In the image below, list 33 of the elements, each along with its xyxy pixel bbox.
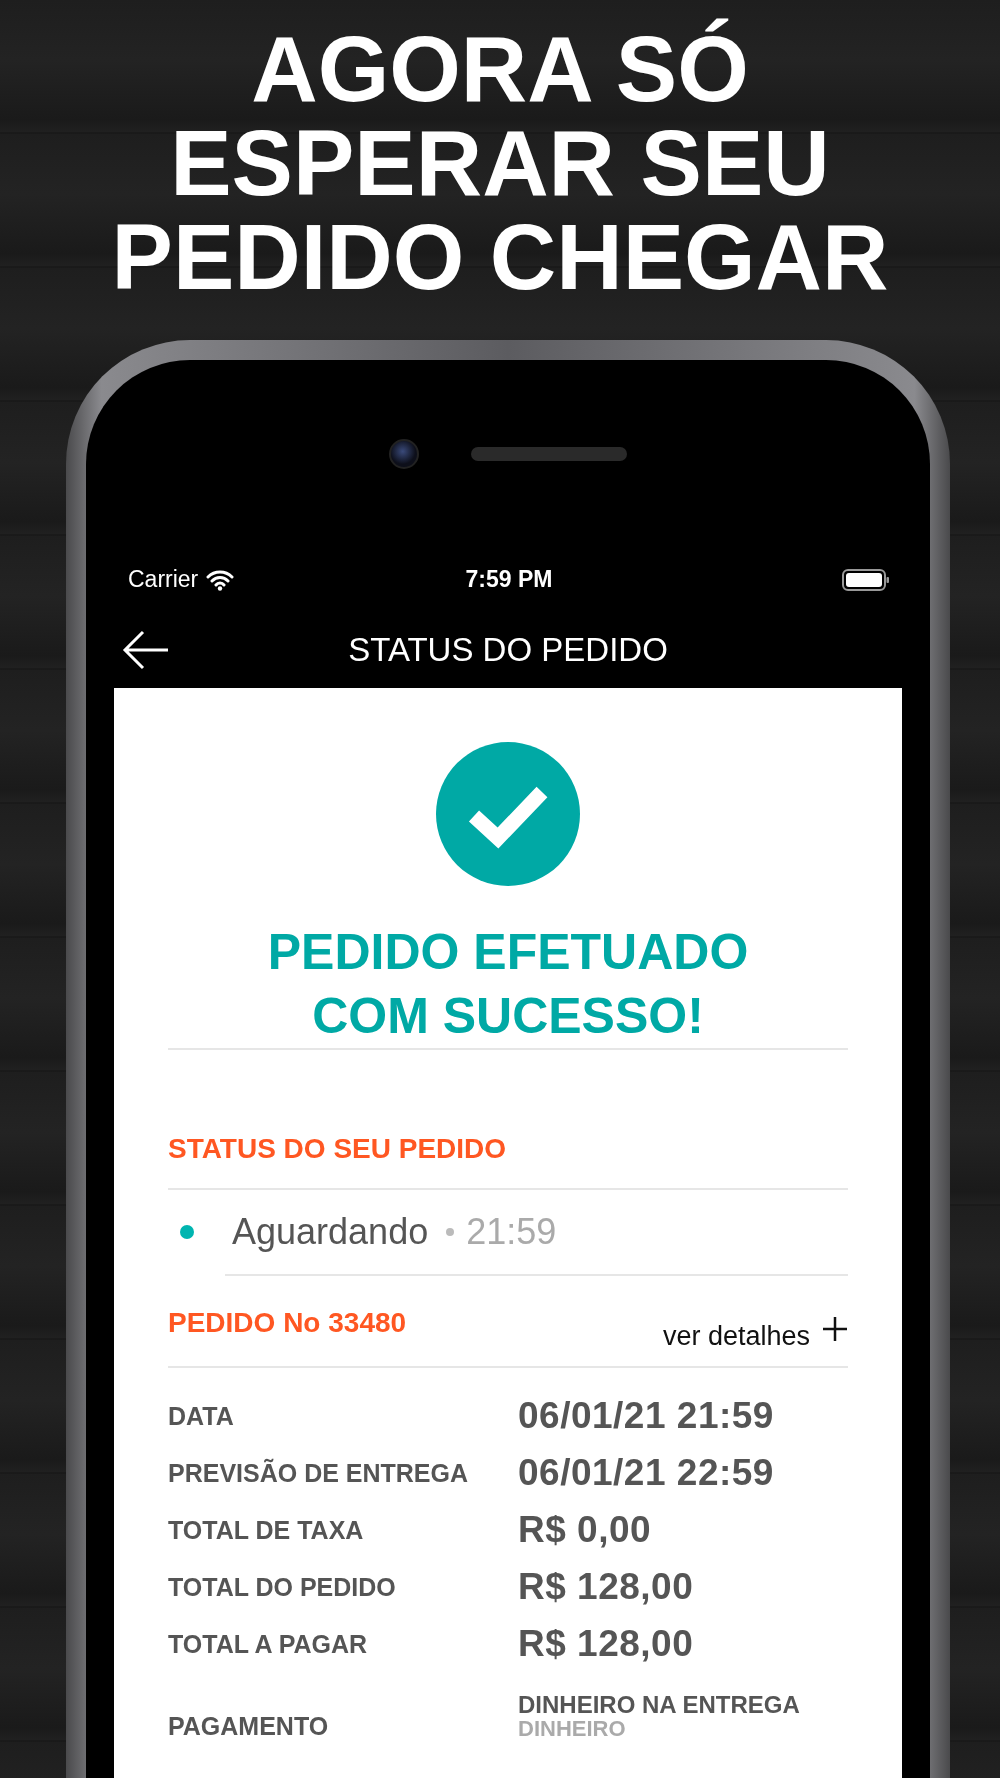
success-check-icon [436, 741, 580, 886]
detail-label: PAGAMENTO [168, 1711, 330, 1741]
detail-value: 06/01/21 22:59 [518, 1452, 774, 1495]
details-link[interactable]: ver detalhes [662, 1315, 848, 1352]
detail-note: DINHEIRO [518, 1716, 627, 1741]
screen-title: STATUS DO PEDIDO [348, 630, 668, 669]
order-number: PEDIDO No 33480 [168, 1305, 407, 1340]
detail-label: PREVISÃO DE ENTREGA [168, 1458, 470, 1488]
carrier-label: Carrier [128, 566, 199, 594]
status-dot [180, 1224, 194, 1239]
camera-icon [389, 438, 419, 469]
detail-value: R$ 0,00 [518, 1509, 652, 1552]
headline-line: ESPERAR SEU [170, 116, 830, 210]
detail-label: TOTAL DO PEDIDO [168, 1572, 397, 1602]
detail-value: DINHEIRO NA ENTREGA [518, 1692, 800, 1717]
plus-icon [822, 1315, 848, 1342]
headline-line: PEDIDO CHEGAR [111, 210, 889, 304]
status-label: Aguardando [232, 1210, 429, 1253]
success-title: PEDIDO EFETUADO [267, 922, 749, 982]
separator-dot [446, 1227, 455, 1236]
status-time-label: 7:59 PM [465, 566, 553, 594]
section-heading: STATUS DO SEU PEDIDO [168, 1131, 508, 1166]
battery-icon [842, 567, 890, 592]
detail-value: R$ 128,00 [518, 1566, 694, 1609]
back-arrow-icon[interactable] [122, 629, 170, 670]
success-title: COM SUCESSO! [312, 986, 704, 1046]
detail-label: TOTAL A PAGAR [168, 1629, 369, 1659]
detail-value: 06/01/21 21:59 [518, 1395, 774, 1438]
detail-value: R$ 128,00 [518, 1623, 694, 1666]
status-time: 21:59 [466, 1210, 557, 1253]
detail-label: TOTAL DE TAXA [168, 1515, 365, 1545]
wifi-icon [206, 568, 235, 591]
detail-label: DATA [168, 1401, 235, 1431]
